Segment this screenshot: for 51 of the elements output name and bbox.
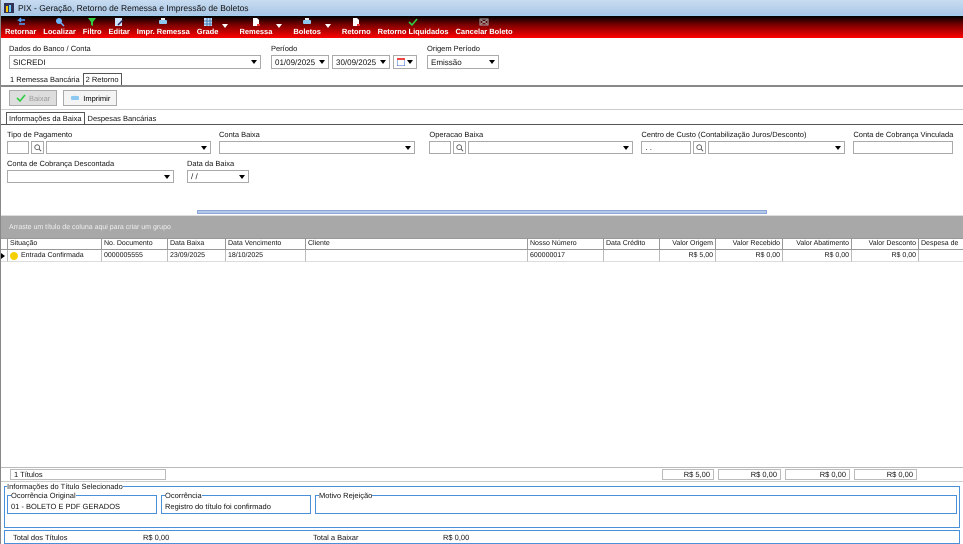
dropdown-arrow-icon [164, 174, 170, 178]
calendar-button[interactable] [393, 55, 417, 69]
dropdown-arrow-icon [405, 146, 411, 150]
app-icon [4, 2, 14, 12]
dropdown-arrow-icon [380, 60, 386, 64]
dropdown-arrow-icon [623, 146, 630, 150]
search-button[interactable] [31, 141, 44, 154]
combo-field[interactable] [46, 141, 211, 154]
start-date-field[interactable]: 01/09/2025 [271, 55, 329, 69]
dropdown-arrow-icon [489, 60, 495, 64]
edit-icon [114, 17, 124, 27]
dropdown-arrow-icon [835, 146, 842, 150]
printer-icon [158, 17, 168, 27]
check-icon [408, 17, 418, 27]
search-button[interactable] [693, 141, 706, 154]
code-field[interactable] [429, 141, 452, 154]
dropdown-caret-icon[interactable] [276, 24, 282, 28]
field-value: / / [191, 172, 198, 181]
document-icon [250, 17, 261, 27]
dropdown-arrow-icon [201, 146, 207, 150]
date-field[interactable]: / / [187, 170, 249, 183]
dropdown-arrow-icon [407, 60, 413, 64]
grid-icon [202, 17, 213, 27]
search-button[interactable] [453, 141, 466, 154]
dropdown-arrow-icon [319, 60, 325, 64]
printer-icon [70, 93, 80, 103]
end-date-field[interactable]: 30/09/2025 [332, 55, 390, 69]
check-icon [16, 93, 26, 103]
calendar-icon [397, 58, 405, 66]
current-row-icon [1, 252, 5, 258]
search-icon [54, 17, 65, 27]
bank-account-select[interactable]: SICREDI [9, 55, 261, 69]
back-arrow-icon [16, 17, 26, 27]
code-field[interactable]: . . [641, 141, 692, 154]
period-origin-select[interactable]: Emissão [427, 55, 499, 69]
combo-field[interactable] [219, 141, 415, 154]
document-icon [351, 17, 362, 27]
cancel-icon [479, 17, 490, 27]
table-cell [604, 250, 660, 262]
window-title: PIX - Geração, Retorno de Remessa e Impressão de Boletos [18, 2, 249, 12]
combo-field[interactable] [468, 141, 634, 154]
combo-field[interactable] [7, 170, 174, 183]
combo-field[interactable] [708, 141, 846, 154]
text-field[interactable] [853, 141, 954, 154]
dropdown-arrow-icon [239, 174, 245, 178]
printer-icon [302, 17, 312, 27]
code-field[interactable] [7, 141, 29, 154]
field-value: . . [645, 143, 652, 152]
dropdown-caret-icon[interactable] [222, 24, 228, 28]
dropdown-caret-icon[interactable] [324, 24, 331, 28]
dropdown-arrow-icon [251, 60, 257, 64]
